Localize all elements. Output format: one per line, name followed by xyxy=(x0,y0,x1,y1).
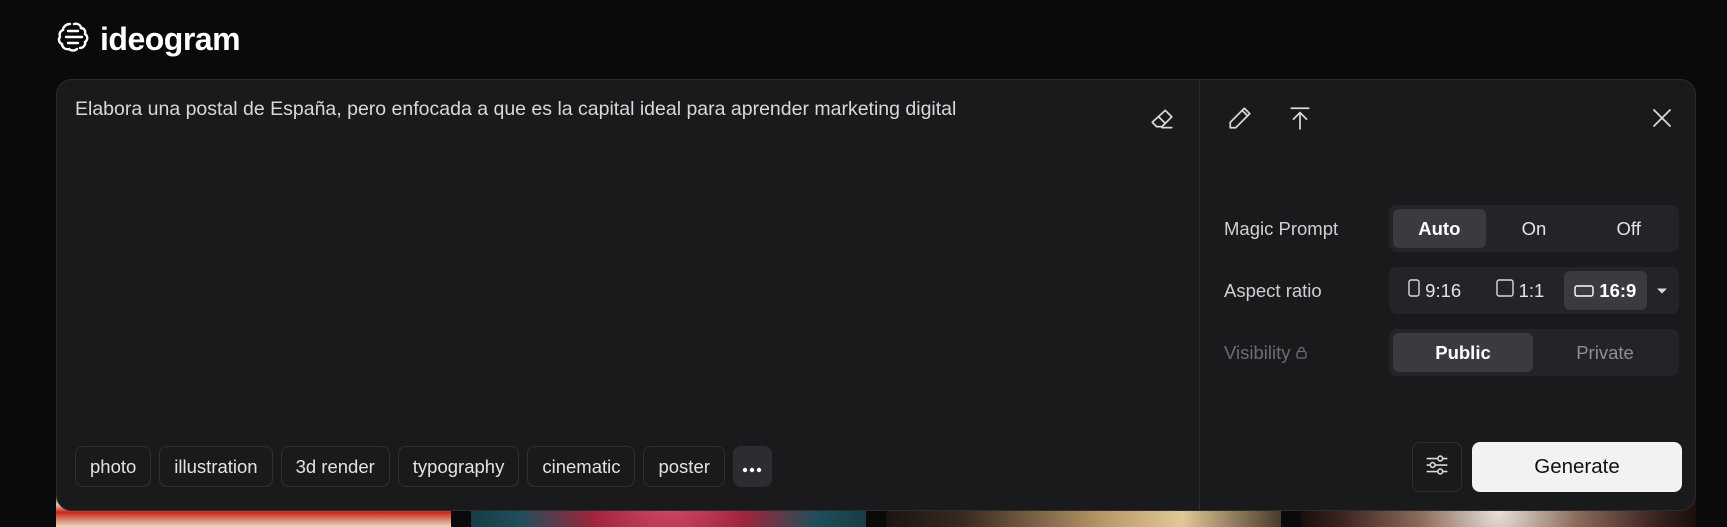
close-icon[interactable] xyxy=(1646,102,1678,134)
square-ratio-icon xyxy=(1495,279,1514,302)
aspect-ratio-row: Aspect ratio 9:16 1:1 16:9 xyxy=(1224,267,1679,314)
sliders-icon xyxy=(1424,452,1450,483)
ideogram-brain-icon xyxy=(56,19,92,60)
chip-cinematic[interactable]: cinematic xyxy=(527,446,636,487)
aspect-ratio-label: Aspect ratio xyxy=(1224,279,1322,301)
chip-photo[interactable]: photo xyxy=(75,446,152,487)
prompt-area: Elabora una postal de España, pero enfoc… xyxy=(57,80,1200,510)
aspect-9-16[interactable]: 9:16 xyxy=(1393,271,1476,310)
aspect-16-9[interactable]: 16:9 xyxy=(1563,271,1647,310)
chevron-down-icon[interactable] xyxy=(1649,271,1675,310)
portrait-ratio-icon xyxy=(1408,279,1420,302)
advanced-settings-button[interactable] xyxy=(1412,442,1462,492)
visibility-row: Visibility Public Private xyxy=(1224,329,1679,376)
ideogram-logo[interactable]: ideogram xyxy=(56,19,241,60)
magic-prompt-off[interactable]: Off xyxy=(1582,209,1675,248)
prompt-panel: Elabora una postal de España, pero enfoc… xyxy=(56,79,1696,511)
upload-icon[interactable] xyxy=(1284,102,1316,134)
eraser-icon[interactable] xyxy=(1147,104,1177,134)
aspect-16-9-label: 16:9 xyxy=(1599,279,1637,301)
visibility-toggle: Public Private xyxy=(1389,329,1679,376)
magic-prompt-row: Magic Prompt Auto On Off xyxy=(1224,205,1679,252)
visibility-label: Visibility xyxy=(1224,341,1291,363)
landscape-ratio-icon xyxy=(1574,280,1594,302)
visibility-private[interactable]: Private xyxy=(1535,333,1675,372)
chip-illustration[interactable]: illustration xyxy=(159,446,273,487)
app-name: ideogram xyxy=(100,20,241,57)
settings-area: Magic Prompt Auto On Off Aspect ratio 9:… xyxy=(1200,80,1695,510)
generate-button[interactable]: Generate xyxy=(1472,442,1682,492)
magic-prompt-on[interactable]: On xyxy=(1488,209,1581,248)
aspect-ratio-selector: 9:16 1:1 16:9 xyxy=(1389,267,1679,314)
more-dots-icon xyxy=(742,456,762,478)
magic-prompt-label: Magic Prompt xyxy=(1224,217,1339,239)
more-styles-button[interactable] xyxy=(732,446,772,487)
prompt-input[interactable]: Elabora una postal de España, pero enfoc… xyxy=(75,96,1115,122)
chip-3d-render[interactable]: 3d render xyxy=(280,446,390,487)
top-bar: ideogram xyxy=(0,0,1727,78)
pencil-icon[interactable] xyxy=(1224,102,1256,134)
aspect-1-1-label: 1:1 xyxy=(1518,279,1545,301)
magic-prompt-toggle: Auto On Off xyxy=(1389,205,1679,252)
chip-typography[interactable]: typography xyxy=(397,446,520,487)
magic-prompt-auto[interactable]: Auto xyxy=(1393,209,1486,248)
visibility-label-group: Visibility xyxy=(1224,342,1389,364)
lock-icon xyxy=(1296,342,1308,364)
chip-poster[interactable]: poster xyxy=(643,446,725,487)
aspect-1-1[interactable]: 1:1 xyxy=(1478,271,1561,310)
aspect-9-16-label: 9:16 xyxy=(1425,279,1462,301)
visibility-public[interactable]: Public xyxy=(1393,333,1533,372)
style-chips: photo illustration 3d render typography … xyxy=(75,446,772,487)
